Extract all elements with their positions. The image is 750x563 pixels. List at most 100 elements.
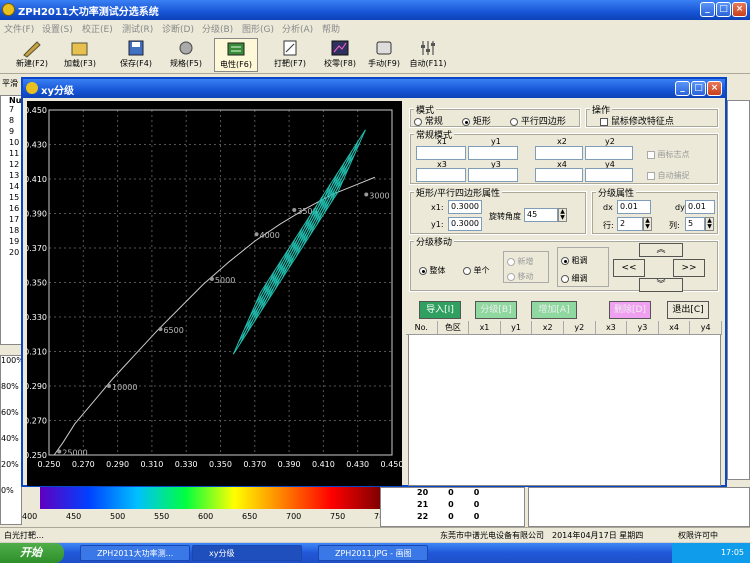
y2-field[interactable] — [585, 146, 633, 160]
task-xy-grade[interactable]: xy分级 — [192, 545, 302, 561]
status-company: 东莞市中谱光电设备有限公司 — [440, 531, 544, 540]
grade-table[interactable] — [408, 323, 721, 486]
toolbar: 新建(F2) 加载(F3) 保存(F4) 规格(F5) 电性(F6) 打靶(F7… — [0, 36, 750, 74]
x2-field[interactable] — [535, 146, 583, 160]
grade-grid-line — [323, 151, 352, 214]
auto-icon — [421, 41, 435, 55]
bg-percent-axis: 100% 80% 60% 40% 20% 0% — [0, 355, 24, 525]
add-button[interactable]: 增加[A] — [531, 301, 577, 319]
rect-x1-input[interactable]: 0.3000 — [448, 200, 482, 214]
dialog-close-button[interactable]: × — [707, 81, 722, 96]
maximize-button[interactable]: □ — [716, 2, 731, 17]
bg-row-numbers: 7 8 9 10 11 12 13 14 15 16 17 18 19 20 — [1, 105, 21, 259]
start-button[interactable]: 开始 — [0, 543, 64, 563]
fine-radio[interactable]: 细调 — [561, 273, 588, 284]
grade-grid-line — [281, 216, 311, 279]
new-button[interactable]: 新建(F2) — [10, 38, 54, 72]
menu-diagnose[interactable]: 诊断(D) — [162, 22, 194, 35]
load-button[interactable]: 加载(F3) — [58, 38, 102, 72]
auto-capture-checkbox[interactable]: 自动捕捉 — [647, 170, 690, 181]
y-tick-label: 0.310 — [27, 348, 47, 357]
x1-field[interactable] — [416, 146, 466, 160]
row-input[interactable]: 2 — [617, 217, 643, 231]
normal-mode-title: 常规模式 — [414, 128, 455, 141]
grade-grid-line — [316, 162, 345, 225]
move-up-button[interactable]: ︽ — [639, 243, 683, 257]
move-single-radio[interactable]: 单个 — [463, 265, 490, 276]
menu-test[interactable]: 测试(R) — [122, 22, 153, 35]
move-left-button[interactable]: << — [613, 259, 645, 277]
rect-y1-input[interactable]: 0.3000 — [448, 217, 482, 231]
move-right-button[interactable]: >> — [673, 259, 705, 277]
move-all-radio[interactable]: 整体 — [419, 265, 446, 276]
rect-y1-label: y1: — [431, 220, 444, 229]
move-down-button[interactable]: ︾ — [639, 278, 683, 292]
dialog-maximize-button[interactable]: □ — [691, 81, 706, 96]
dialog-minimize-button[interactable]: _ — [675, 81, 690, 96]
target-button[interactable]: 打靶(F7) — [268, 38, 312, 72]
col-input[interactable]: 5 — [685, 217, 705, 231]
mode-normal-radio[interactable]: 常规 — [414, 114, 443, 127]
bg-col-header: Nu — [9, 96, 22, 105]
draw-mark-checkbox[interactable]: 画标志点 — [647, 149, 690, 160]
bg-row-number: 20 — [9, 248, 20, 257]
minimize-button[interactable]: _ — [700, 2, 715, 17]
zero-button[interactable]: 校零(F8) — [318, 38, 362, 72]
menu-file[interactable]: 文件(F) — [4, 22, 34, 35]
x-tick-label: 0.430 — [346, 460, 369, 469]
cct-point — [364, 192, 369, 197]
menu-help[interactable]: 帮助 — [322, 22, 340, 35]
dx-input[interactable]: 0.01 — [617, 200, 651, 214]
mouse-edit-checkbox[interactable]: 鼠标修改特征点 — [600, 114, 674, 127]
delete-button[interactable]: 删除[D] — [609, 301, 651, 319]
dy-input[interactable]: 0.01 — [685, 200, 715, 214]
col-spinner[interactable]: ▲ ▼ — [705, 217, 714, 231]
xy-grade-dialog: xy分级 _ □ × 0.250 0.270 0.290 0.310 0.330 0.35… — [21, 77, 727, 487]
y4-field[interactable] — [585, 168, 633, 182]
task-paint[interactable]: ZPH2011.JPG - 画图 — [318, 545, 428, 561]
menu-grade[interactable]: 分级(B) — [202, 22, 233, 35]
menu-calibrate[interactable]: 校正(E) — [82, 22, 113, 35]
move-move-radio[interactable]: 移动 — [507, 271, 534, 282]
load-icon — [71, 42, 88, 56]
task-main-app[interactable]: ZPH2011大功率测... — [80, 545, 190, 561]
table-header-cell: No. — [406, 321, 438, 334]
menu-settings[interactable]: 设置(S) — [42, 22, 73, 35]
rotation-spinner[interactable]: ▲ ▼ — [558, 208, 567, 222]
electric-button[interactable]: 电性(F6) — [214, 38, 258, 72]
coarse-radio[interactable]: 粗调 — [561, 255, 588, 266]
x3-field[interactable] — [416, 168, 466, 182]
manual-button[interactable]: 手动(F9) — [362, 38, 406, 72]
x4-field[interactable] — [535, 168, 583, 182]
y-tick-label: 0.330 — [27, 313, 47, 322]
y-tick-label: 0.270 — [27, 417, 47, 426]
system-tray: 17:05 — [672, 543, 750, 563]
cie-xy-plot[interactable]: 0.250 0.270 0.290 0.310 0.330 0.350 0.370 0.390… — [24, 101, 403, 486]
exit-button[interactable]: 退出[C] — [667, 301, 709, 319]
grade-button[interactable]: 分级[B] — [475, 301, 517, 319]
menu-analysis[interactable]: 分析(A) — [282, 22, 313, 35]
status-date: 2014年04月17日 星期四 — [552, 531, 644, 540]
y1-field[interactable] — [468, 146, 518, 160]
auto-button[interactable]: 自动(F11) — [406, 38, 450, 72]
row-spinner[interactable]: ▲ ▼ — [643, 217, 652, 231]
close-button[interactable]: × — [732, 2, 747, 17]
x2-label: x2 — [557, 137, 567, 146]
x-tick-label: 0.310 — [140, 460, 163, 469]
bg-row-number: 19 — [9, 237, 20, 246]
target-icon — [283, 40, 297, 56]
import-button[interactable]: 导入[I] — [419, 301, 461, 319]
percent-label: 100% — [1, 356, 24, 365]
rotation-input[interactable]: 45 — [524, 208, 558, 222]
dx-label: dx — [603, 203, 613, 212]
move-add-radio[interactable]: 新增 — [507, 256, 534, 267]
menu-graph[interactable]: 图形(G) — [242, 22, 274, 35]
spec-button[interactable]: 规格(F5) — [164, 38, 208, 72]
dialog-title: xy分级 — [41, 86, 74, 97]
bg-row-number: 10 — [9, 138, 20, 147]
save-button[interactable]: 保存(F4) — [114, 38, 158, 72]
mode-parallelogram-radio[interactable]: 平行四边形 — [510, 114, 566, 127]
y3-field[interactable] — [468, 168, 518, 182]
save-icon — [128, 40, 144, 56]
mode-rect-radio[interactable]: 矩形 — [462, 114, 491, 127]
